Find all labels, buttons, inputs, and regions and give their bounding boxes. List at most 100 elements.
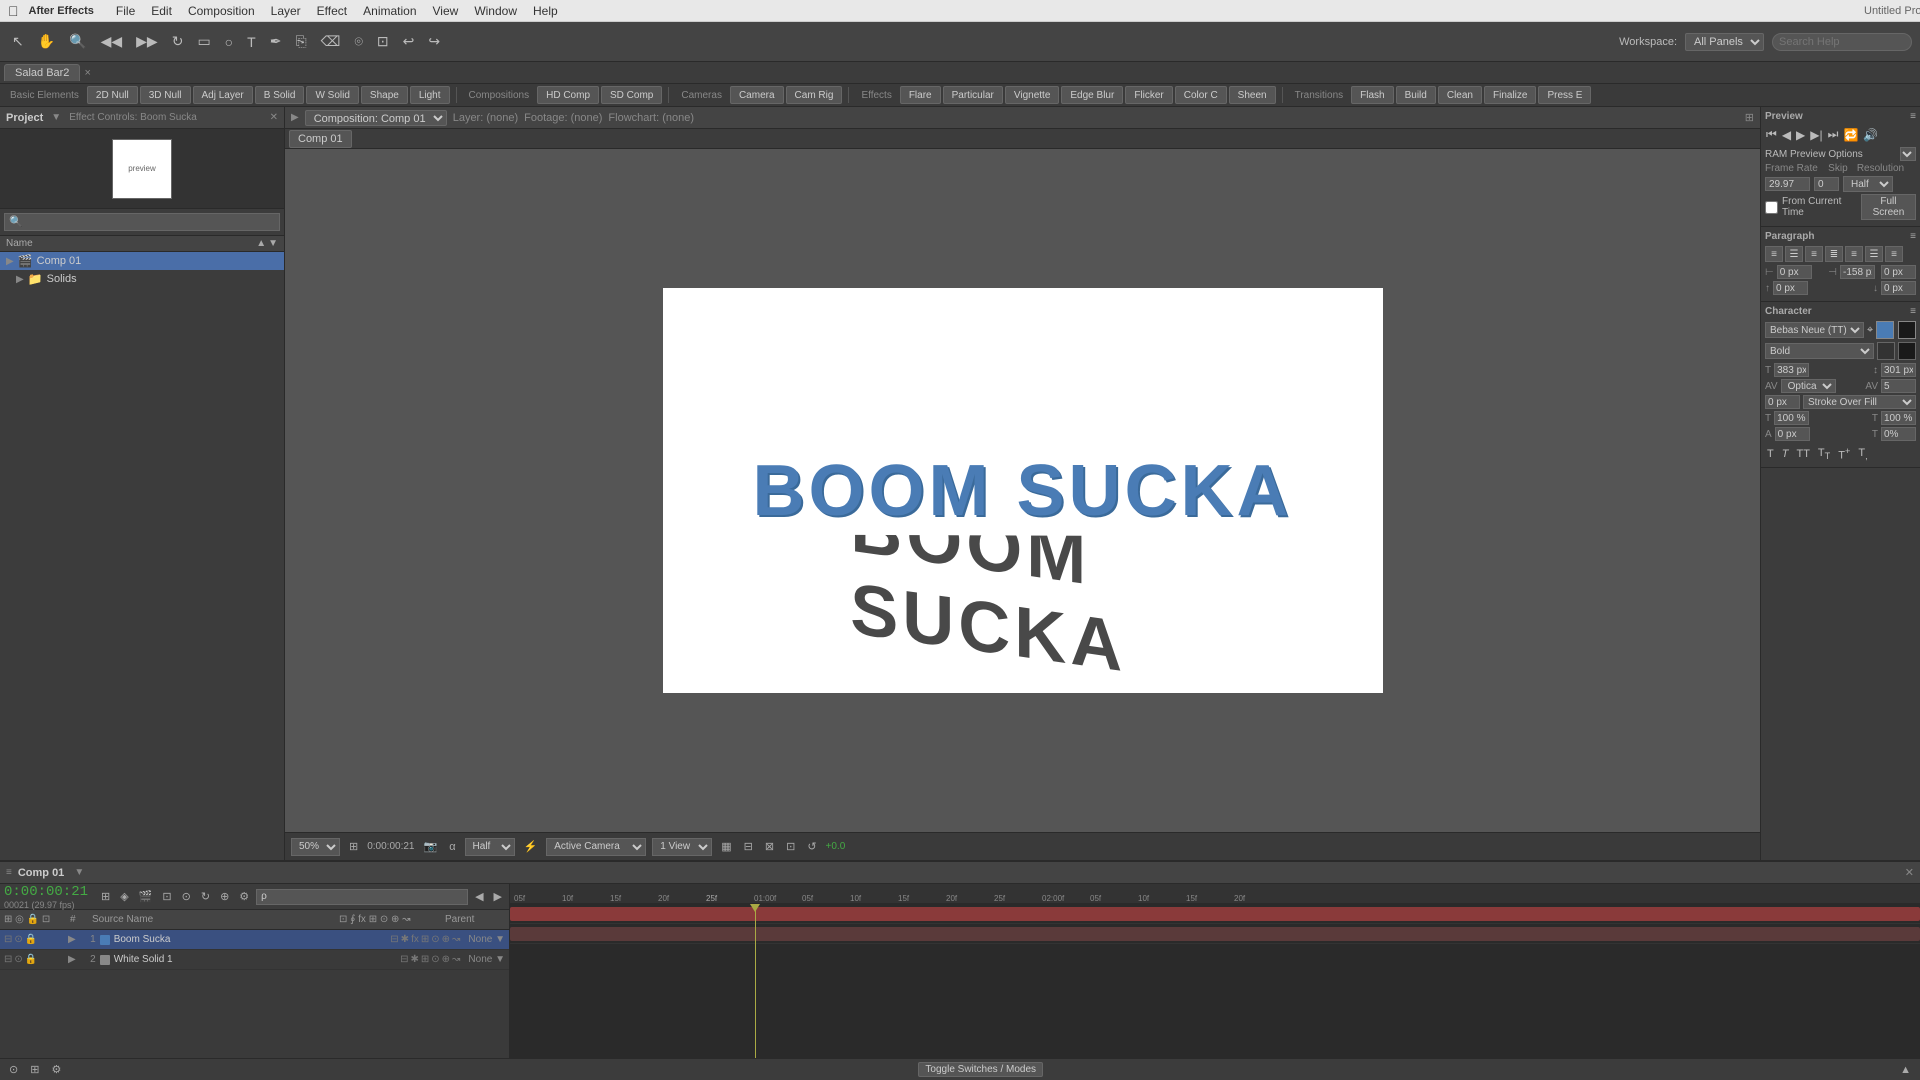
layer1-expand[interactable]: ▶	[68, 934, 76, 945]
indent-left-input[interactable]	[1777, 265, 1812, 279]
tool-pen[interactable]: ✒	[266, 31, 286, 52]
stroke-width-input[interactable]	[1765, 395, 1800, 409]
toggle-switches-modes[interactable]: Toggle Switches / Modes	[918, 1062, 1043, 1077]
align-justify-last-left[interactable]: ≡	[1845, 246, 1863, 262]
vert-scale-input[interactable]	[1881, 411, 1916, 425]
btn-flare[interactable]: Flare	[900, 86, 941, 104]
fmt-regular[interactable]: T	[1765, 445, 1776, 463]
fmt-superscript[interactable]: T+	[1836, 445, 1852, 463]
layer2-expand[interactable]: ▶	[68, 954, 76, 965]
btn-flash[interactable]: Flash	[1351, 86, 1393, 104]
bottom-btn4[interactable]: ▲	[1897, 1063, 1914, 1077]
ram-select[interactable]: ▼	[1900, 147, 1916, 161]
vc-grid2[interactable]: ▦	[718, 839, 734, 854]
fmt-italic[interactable]: T	[1780, 445, 1791, 463]
btn-edge-blur[interactable]: Edge Blur	[1061, 86, 1123, 104]
align-right[interactable]: ≡	[1805, 246, 1823, 262]
btn-particular[interactable]: Particular	[943, 86, 1003, 104]
vc-alpha[interactable]: α	[446, 840, 458, 854]
stroke-select[interactable]: Stroke Over Fill	[1803, 395, 1916, 409]
tool-arrow[interactable]: ↖	[8, 31, 28, 52]
fmt-small-caps[interactable]: TT	[1816, 445, 1832, 463]
style-select[interactable]: Bold	[1765, 343, 1874, 359]
tool-roto[interactable]: ⌾	[350, 31, 366, 52]
track-area[interactable]	[510, 904, 1920, 1058]
tool-zoom[interactable]: 🔍	[65, 31, 90, 52]
project-item-solids[interactable]: ▶ 📁 Solids	[0, 270, 284, 288]
btn-hd-comp[interactable]: HD Comp	[537, 86, 599, 104]
tool-hand[interactable]: ✋	[34, 31, 59, 52]
search-help-input[interactable]	[1772, 33, 1912, 51]
layer-tool3[interactable]: 🎬	[136, 889, 156, 904]
bottom-btn3[interactable]: ⚙	[48, 1062, 64, 1077]
prev-step-back[interactable]: ◀	[1781, 127, 1792, 143]
layer-tool4[interactable]: ⊡	[159, 889, 174, 904]
full-screen-btn[interactable]: Full Screen	[1861, 194, 1916, 220]
layer-search[interactable]	[256, 889, 468, 905]
list-sort-asc[interactable]: ▲	[256, 238, 266, 249]
btn-light[interactable]: Light	[410, 86, 450, 104]
text-color-swatch[interactable]	[1876, 321, 1894, 339]
prev-skip-start[interactable]: ⏮	[1765, 126, 1778, 143]
bottom-btn1[interactable]: ⊙	[6, 1062, 21, 1077]
stroke-color-swatch[interactable]	[1898, 321, 1916, 339]
layer-tool6[interactable]: ↻	[198, 889, 213, 904]
menu-window[interactable]: Window	[468, 4, 523, 18]
btn-b-solid[interactable]: B Solid	[255, 86, 305, 104]
tracking-input[interactable]	[1881, 379, 1916, 393]
tool-type[interactable]: T	[243, 32, 260, 52]
prev-play[interactable]: ▶	[1795, 127, 1806, 143]
color-chip1[interactable]	[1877, 342, 1895, 360]
view-select[interactable]: Active Camera	[546, 838, 646, 856]
prev-loop[interactable]: 🔁	[1842, 127, 1859, 143]
space-after-input[interactable]	[1881, 281, 1916, 295]
layer-nav-prev[interactable]: ◀	[472, 889, 486, 904]
btn-2d-null[interactable]: 2D Null	[87, 86, 138, 104]
fmt-subscript[interactable]: T,	[1856, 445, 1869, 463]
btn-adj-layer[interactable]: Adj Layer	[193, 86, 253, 104]
font-size-input[interactable]	[1774, 363, 1809, 377]
menu-animation[interactable]: Animation	[357, 4, 422, 18]
viewport[interactable]: BOOM SUCKA BOOM SUCKA	[285, 149, 1760, 832]
tool-redo[interactable]: ↪	[424, 31, 444, 52]
comp-select[interactable]: Composition: Comp 01	[305, 110, 447, 126]
frame-rate-input[interactable]	[1765, 177, 1810, 191]
list-sort-more[interactable]: ▼	[268, 238, 278, 249]
layer-tool2[interactable]: ◈	[117, 889, 131, 904]
btn-sd-comp[interactable]: SD Comp	[601, 86, 662, 104]
color-chip2[interactable]	[1898, 342, 1916, 360]
layer-nav-next[interactable]: ▶	[491, 889, 505, 904]
menu-effect[interactable]: Effect	[311, 4, 353, 18]
workspace-select[interactable]: All Panels	[1685, 33, 1764, 51]
align-center[interactable]: ☰	[1785, 246, 1803, 262]
indent-extra-input[interactable]	[1881, 265, 1916, 279]
btn-camera[interactable]: Camera	[730, 86, 784, 104]
layer-tool5[interactable]: ⊙	[179, 889, 194, 904]
vc-fast[interactable]: ⚡	[521, 839, 541, 854]
tool-undo[interactable]: ↩	[399, 31, 419, 52]
zoom-select[interactable]: 50%	[291, 838, 340, 856]
align-justify-last-right[interactable]: ≡	[1885, 246, 1903, 262]
btn-3d-null[interactable]: 3D Null	[140, 86, 191, 104]
project-search-input[interactable]	[4, 213, 280, 231]
skip-input[interactable]	[1814, 177, 1839, 191]
project-item-comp01[interactable]: ▶ 🎬 Comp 01	[0, 252, 284, 270]
layer-tool1[interactable]: ⊞	[98, 889, 113, 904]
prev-skip-end[interactable]: ⏭	[1827, 126, 1840, 143]
eyedropper-icon[interactable]: ⌖	[1867, 324, 1873, 337]
align-justify-last-center[interactable]: ☰	[1865, 246, 1883, 262]
menu-view[interactable]: View	[427, 4, 465, 18]
timeline-close[interactable]: ✕	[1905, 866, 1914, 879]
font-select[interactable]: Bebas Neue (TT)	[1765, 322, 1864, 338]
layer-tool7[interactable]: ⊕	[217, 889, 232, 904]
btn-cam-rig[interactable]: Cam Rig	[786, 86, 843, 104]
horiz-scale-input[interactable]	[1774, 411, 1809, 425]
align-left[interactable]: ≡	[1765, 246, 1783, 262]
kern-select[interactable]: Optical	[1781, 379, 1836, 393]
comp-tab-comp01[interactable]: Comp 01	[289, 130, 352, 148]
tab-close[interactable]: ×	[84, 67, 90, 79]
layer-tool8[interactable]: ⚙	[236, 889, 252, 904]
quality-select[interactable]: Half	[465, 838, 515, 856]
btn-clean[interactable]: Clean	[1438, 86, 1482, 104]
align-justify[interactable]: ≣	[1825, 246, 1843, 262]
